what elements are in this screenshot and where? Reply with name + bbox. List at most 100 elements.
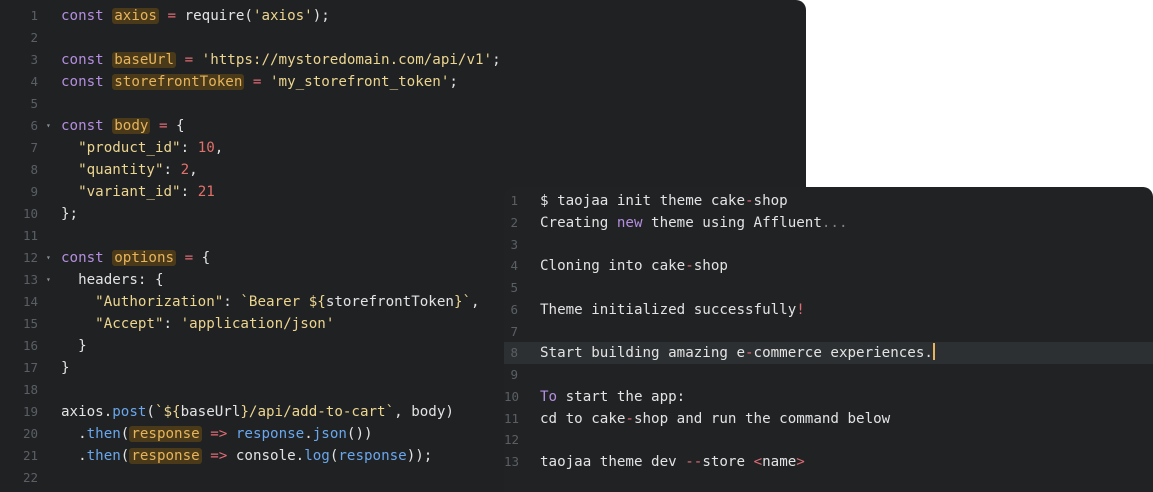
token-op: - [685,258,694,275]
line-content: Theme initialized successfully! [540,299,805,321]
token-plain: cd to cake [540,410,626,427]
token-str: "Authorization" [95,294,224,310]
token-str: `Bearer ${ [240,294,326,310]
token-fn: response [235,426,305,442]
line-number: 4 [30,74,38,89]
line-number: 7 [30,140,38,155]
token-plain: : [163,316,181,332]
line-content: "product_id": 10, [61,137,223,159]
line-content: "Accept": 'application/json' [61,313,334,335]
token-kw: const [61,118,113,134]
line-number: 1 [510,193,518,208]
token-plain: : [180,184,198,200]
token-plain: : [223,294,241,310]
token-op: = [158,8,185,24]
token-kw: const [61,250,113,266]
token-plain: : [163,162,181,178]
token-var: storefrontToken [112,74,245,90]
token-kw: const [61,74,113,90]
token-str: 'application/json' [180,316,335,332]
token-op: = [176,52,202,68]
token-plain: , [214,140,224,156]
token-plain: , [189,162,198,178]
token-plain: headers: { [61,272,164,288]
terminal-line: 6 Theme initialized successfully! [504,299,1153,321]
line-content: $ taojaa init theme cake-shop [540,190,788,212]
token-str: 'https://mystoredomain.com/api/v1' [201,52,493,68]
line-content: .then(response => console.log(response))… [61,445,432,467]
token-plain: axios. [61,404,113,420]
token-fn: json [312,426,347,442]
token-str: "Accept" [95,316,164,332]
token-op: < [753,454,763,470]
token-plain: }; [61,206,79,222]
fold-toggle-icon[interactable]: ▾ [46,269,51,291]
token-plain: ( [146,404,155,420]
token-plain: baseUrl [180,404,241,420]
line-number: 3 [30,52,38,67]
token-str: "product_id" [78,140,181,156]
line-number: 2 [510,214,518,230]
token-str: "variant_id" [78,184,181,200]
line-number: 11 [504,410,520,426]
token-fn: response [338,448,407,464]
line-number: 6 [30,118,38,133]
token-plain: theme using Affluent [642,214,822,231]
token-plain: Cloning into cake [540,258,686,275]
line-number: 14 [22,294,38,309]
token-plain: Start building amazing e [540,345,745,362]
terminal-line: 10 To start the app: [504,386,1153,408]
line-number: 2 [30,30,38,45]
token-num: 2 [180,162,190,178]
token-cmt: ... [821,214,848,231]
line-number: 19 [22,404,38,419]
code-line: 5 [0,93,806,115]
token-fn: then [86,426,121,442]
code-line: 4 const storefrontToken = 'my_storefront_… [0,71,806,93]
line-number: 9 [510,367,518,382]
token-plain: . [61,426,87,442]
line-content: headers: { [61,269,164,291]
line-number: 13 [22,272,38,287]
token-kw: new [616,214,643,231]
line-content: } [61,357,70,379]
token-var: response [129,448,202,464]
token-op: => [201,448,236,464]
line-number: 5 [510,280,518,295]
token-plain: ; [449,74,458,90]
code-line: 7 "product_id": 10, [0,137,806,159]
token-op: ! [796,301,805,318]
fold-toggle-icon[interactable]: ▾ [46,115,51,137]
line-number: 10 [22,206,38,221]
line-content: cd to cake-shop and run the command belo… [540,408,890,430]
token-plain: , body) [394,404,454,420]
line-content: .then(response => response.json()) [61,423,373,445]
token-var: baseUrl [112,52,177,68]
token-str: }` [453,294,472,310]
line-content: const storefrontToken = 'my_storefront_t… [61,71,458,93]
terminal-line: 12 [504,429,1153,451]
terminal-line: 9 [504,364,1153,386]
line-number: 10 [504,388,520,404]
line-content: "variant_id": 21 [61,181,215,203]
terminal-line: 5 [504,277,1153,299]
line-number: 13 [504,454,520,469]
fold-toggle-icon[interactable]: ▾ [46,247,51,269]
token-var: body [112,118,151,134]
line-content: "quantity": 2, [61,159,198,181]
terminal-panel[interactable]: 1 $ taojaa init theme cake-shop 2 Creating … [504,187,1153,492]
line-number: 3 [510,236,518,252]
token-plain: } [61,360,70,376]
token-str: "quantity" [78,162,164,178]
token-plain: name [762,454,797,470]
line-content: }; [61,203,78,225]
token-var: response [129,426,202,442]
token-plain: $ taojaa init theme cake [540,193,745,209]
terminal-line: 3 [504,234,1153,256]
line-number: 7 [510,323,518,339]
line-number: 12 [22,250,38,265]
terminal-line: 7 [504,321,1153,343]
line-content: To start the app: [540,386,685,408]
